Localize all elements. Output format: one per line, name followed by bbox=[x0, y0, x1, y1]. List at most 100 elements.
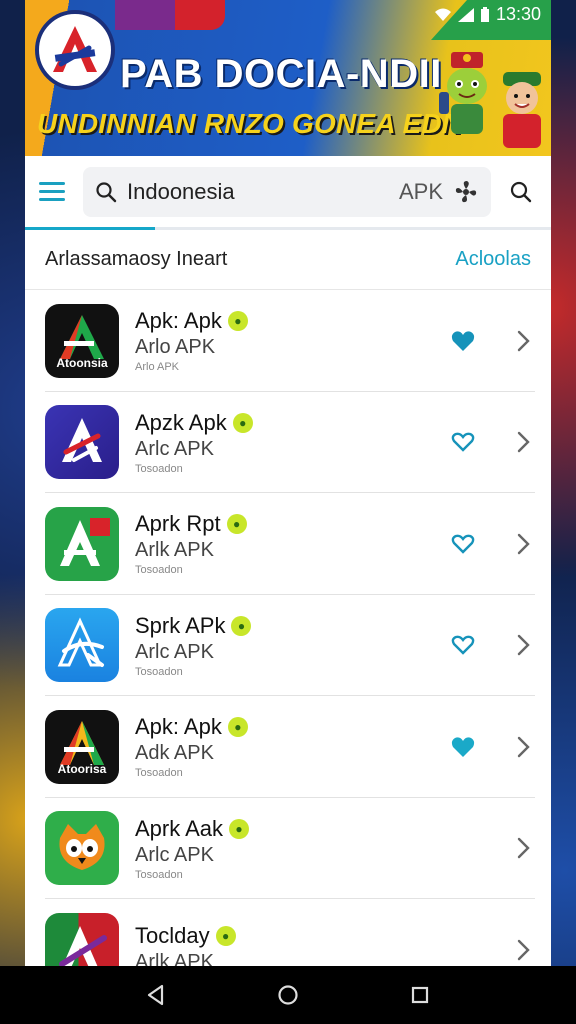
favorite-placeholder bbox=[449, 936, 477, 964]
favorite-heart-outline-icon[interactable] bbox=[449, 428, 477, 456]
wifi-icon bbox=[434, 8, 451, 21]
search-icon bbox=[96, 181, 117, 202]
hamburger-menu-icon[interactable] bbox=[39, 175, 73, 209]
app-meta: Tosoadon bbox=[135, 868, 183, 881]
app-store-logo-icon bbox=[35, 10, 115, 90]
app-logo-icon bbox=[60, 517, 110, 566]
app-meta: Tosoadon bbox=[135, 462, 183, 475]
app-name: Apzk Apk bbox=[135, 409, 227, 435]
app-name: Apk: Apk bbox=[135, 714, 222, 740]
back-icon[interactable] bbox=[136, 975, 176, 1015]
app-subtitle: Adk APK bbox=[135, 742, 214, 765]
search-apk-tag: APK bbox=[398, 178, 443, 204]
system-nav-bar bbox=[0, 966, 576, 1024]
app-icon bbox=[45, 608, 119, 683]
active-tab-indicator bbox=[25, 227, 155, 230]
chevron-right-icon[interactable] bbox=[511, 633, 535, 657]
app-info: Apzk Apk ● Arlc APK Tosoadon bbox=[135, 410, 433, 475]
app-subtitle: Arlk APK bbox=[135, 951, 214, 966]
app-subtitle: Arlc APK bbox=[135, 843, 214, 866]
app-meta: Tosoadon bbox=[135, 767, 183, 780]
app-icon: Atoorisa bbox=[45, 709, 119, 784]
list-item[interactable]: Atoorisa Apk: Apk ● Adk APK Tosoadon bbox=[25, 696, 551, 798]
app-list: Atoonsia Apk: Apk ● Arlo APK Arlo APK Ap… bbox=[25, 290, 551, 966]
app-meta: Tosoadon bbox=[135, 564, 183, 577]
verified-badge-icon: ● bbox=[227, 717, 248, 738]
favorite-placeholder bbox=[449, 834, 477, 862]
app-logo-icon bbox=[59, 824, 105, 871]
app-icon: Atoonsia bbox=[45, 303, 119, 378]
banner-decoration bbox=[175, 0, 225, 30]
list-item[interactable]: Aprk Aak ● Arlc APK Tosoadon bbox=[25, 798, 551, 900]
section-header: Arlassamaosy Ineart Acloolas bbox=[25, 230, 551, 290]
promo-banner[interactable]: PAB DOCIA-NDII UNDINNIAN RNZO GONEA EDN bbox=[25, 0, 551, 156]
chevron-right-icon[interactable] bbox=[511, 430, 535, 454]
app-name: Aprk Rpt bbox=[135, 511, 221, 537]
home-icon[interactable] bbox=[268, 975, 308, 1015]
verified-badge-icon: ● bbox=[226, 514, 247, 535]
app-info: Toclday ● Arlk APK bbox=[135, 923, 433, 966]
app-screen: PAB DOCIA-NDII UNDINNIAN RNZO GONEA EDN bbox=[25, 0, 551, 966]
app-logo-icon bbox=[59, 925, 107, 966]
chevron-right-icon[interactable] bbox=[511, 735, 535, 759]
banner-subtitle: UNDINNIAN RNZO GONEA EDN bbox=[37, 108, 463, 139]
search-input[interactable]: Indoonesia bbox=[127, 179, 389, 205]
verified-badge-icon: ● bbox=[227, 311, 248, 332]
app-info: Sprk APk ● Arlc APK Tosoadon bbox=[135, 613, 433, 678]
app-meta: Arlo APK bbox=[135, 361, 180, 374]
chevron-right-icon[interactable] bbox=[511, 329, 535, 353]
app-icon bbox=[45, 811, 119, 886]
app-info: Aprk Rpt ● Arlk APK Tosoadon bbox=[135, 511, 433, 576]
see-all-link[interactable]: Acloolas bbox=[455, 248, 531, 271]
app-subtitle: Arlo APK bbox=[135, 336, 216, 359]
chevron-right-icon[interactable] bbox=[511, 938, 535, 962]
chevron-right-icon[interactable] bbox=[511, 836, 535, 860]
app-info: Apk: Apk ● Arlo APK Arlo APK bbox=[135, 308, 433, 373]
search-button[interactable] bbox=[501, 172, 541, 212]
section-title: Arlassamaosy Ineart bbox=[45, 248, 228, 270]
status-time: 13:30 bbox=[495, 4, 541, 24]
app-name: Toclday bbox=[135, 923, 210, 949]
app-logo-icon bbox=[62, 418, 102, 463]
app-icon-caption: Atoorisa bbox=[57, 761, 107, 776]
recents-icon[interactable] bbox=[400, 975, 440, 1015]
list-item[interactable]: Sprk APk ● Arlc APK Tosoadon bbox=[25, 595, 551, 697]
favorite-heart-outline-icon[interactable] bbox=[449, 631, 477, 659]
favorite-heart-icon[interactable] bbox=[449, 327, 477, 355]
status-bar: 13:30 bbox=[434, 4, 541, 25]
app-subtitle: Arlc APK bbox=[135, 437, 214, 460]
list-item[interactable]: Atoonsia Apk: Apk ● Arlo APK Arlo APK bbox=[25, 290, 551, 392]
list-item[interactable]: Toclday ● Arlk APK bbox=[25, 899, 551, 966]
verified-badge-icon: ● bbox=[229, 818, 250, 839]
search-field[interactable]: Indoonesia APK bbox=[83, 166, 491, 217]
app-icon-caption: Atoonsia bbox=[56, 355, 108, 370]
mascot-illustration bbox=[503, 72, 541, 148]
search-toolbar: Indoonesia APK bbox=[25, 156, 551, 230]
app-meta: Tosoadon bbox=[135, 665, 183, 678]
app-name: Apk: Apk bbox=[135, 308, 222, 334]
app-name: Aprk Aak bbox=[135, 815, 224, 841]
battery-icon bbox=[480, 6, 489, 22]
app-name: Sprk APk bbox=[135, 612, 226, 638]
banner-title: PAB DOCIA-NDII bbox=[120, 52, 442, 96]
app-icon bbox=[45, 912, 119, 966]
app-icon bbox=[45, 405, 119, 480]
app-info: Apk: Apk ● Adk APK Tosoadon bbox=[135, 714, 433, 779]
verified-badge-icon: ● bbox=[215, 926, 236, 947]
list-item[interactable]: Aprk Rpt ● Arlk APK Tosoadon bbox=[25, 493, 551, 595]
app-info: Aprk Aak ● Arlc APK Tosoadon bbox=[135, 816, 433, 881]
mascot-illustration bbox=[439, 52, 487, 134]
fan-icon[interactable] bbox=[453, 179, 479, 205]
app-logo-icon bbox=[57, 617, 104, 668]
signal-icon bbox=[457, 7, 474, 22]
verified-badge-icon: ● bbox=[231, 615, 252, 636]
chevron-right-icon[interactable] bbox=[511, 532, 535, 556]
app-subtitle: Arlc APK bbox=[135, 640, 214, 663]
verified-badge-icon: ● bbox=[232, 412, 253, 433]
search-icon bbox=[510, 181, 532, 202]
favorite-heart-outline-icon[interactable] bbox=[449, 530, 477, 558]
app-subtitle: Arlk APK bbox=[135, 539, 214, 562]
list-item[interactable]: Apzk Apk ● Arlc APK Tosoadon bbox=[25, 392, 551, 494]
app-icon bbox=[45, 506, 119, 581]
favorite-heart-icon[interactable] bbox=[449, 733, 477, 761]
